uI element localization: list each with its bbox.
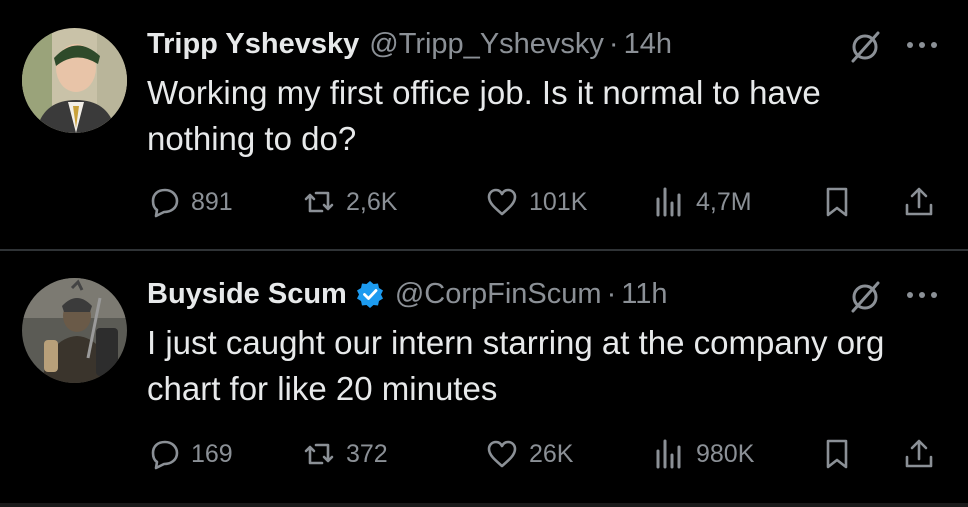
separator: · — [606, 277, 617, 310]
more-icon[interactable] — [902, 30, 942, 60]
reply-count: 169 — [191, 439, 233, 468]
reply-button[interactable]: 169 — [147, 432, 233, 476]
display-name[interactable]: Tripp Yshevsky — [147, 28, 359, 61]
views-count: 980K — [696, 439, 755, 468]
separator: · — [608, 27, 619, 60]
reply-count: 891 — [191, 187, 233, 216]
share-icon — [905, 187, 933, 216]
tweet-header: Tripp Yshevsky @Tripp_Yshevsky · 14h — [147, 22, 672, 66]
views-button[interactable]: 980K — [652, 432, 754, 476]
bookmark-icon — [826, 439, 848, 469]
retweet-icon — [304, 191, 334, 213]
retweet-button[interactable]: 2,6K — [302, 180, 397, 224]
action-bar: 169 372 26K 980K — [147, 432, 947, 476]
like-count: 26K — [529, 439, 574, 468]
tweet-1[interactable]: Tripp Yshevsky @Tripp_Yshevsky · 14h Wor… — [0, 0, 968, 250]
tweet-text: I just caught our intern starring at the… — [147, 324, 885, 407]
share-icon — [905, 439, 933, 468]
reply-icon — [151, 440, 179, 470]
timestamp[interactable]: 11h — [621, 278, 667, 311]
handle[interactable]: @Tripp_Yshevsky — [369, 28, 604, 61]
retweet-button[interactable]: 372 — [302, 432, 388, 476]
views-button[interactable]: 4,7M — [652, 180, 752, 224]
reply-button[interactable]: 891 — [147, 180, 233, 224]
grok-icon[interactable] — [848, 30, 882, 64]
tweet-text: Working my first office job. Is it norma… — [147, 74, 821, 157]
bookmark-button[interactable] — [820, 432, 854, 476]
reply-icon — [151, 188, 179, 218]
heart-icon — [487, 188, 517, 216]
like-button[interactable]: 101K — [485, 180, 587, 224]
views-icon — [656, 439, 681, 469]
tweet-divider — [0, 503, 968, 507]
views-icon — [656, 187, 681, 217]
grok-icon[interactable] — [848, 280, 882, 314]
bookmark-button[interactable] — [820, 180, 854, 224]
timestamp[interactable]: 14h — [624, 28, 672, 61]
avatar[interactable] — [22, 28, 127, 133]
tweet-header: Buyside Scum @CorpFinScum · 11h — [147, 272, 667, 316]
handle[interactable]: @CorpFinScum — [395, 278, 602, 311]
more-icon[interactable] — [902, 280, 942, 310]
retweet-count: 2,6K — [346, 187, 398, 216]
avatar[interactable] — [22, 278, 127, 383]
heart-icon — [487, 440, 517, 468]
retweet-icon — [304, 443, 334, 465]
share-button[interactable] — [902, 180, 936, 224]
share-button[interactable] — [902, 432, 936, 476]
like-count: 101K — [529, 187, 588, 216]
bookmark-icon — [826, 187, 848, 217]
display-name[interactable]: Buyside Scum — [147, 278, 347, 311]
like-button[interactable]: 26K — [485, 432, 573, 476]
retweet-count: 372 — [346, 439, 388, 468]
verified-badge-icon[interactable] — [355, 279, 385, 309]
tweet-2[interactable]: Buyside Scum @CorpFinScum · 11h I just c… — [0, 250, 968, 507]
action-bar: 891 2,6K 101K 4,7M — [147, 180, 947, 224]
views-count: 4,7M — [696, 187, 752, 216]
